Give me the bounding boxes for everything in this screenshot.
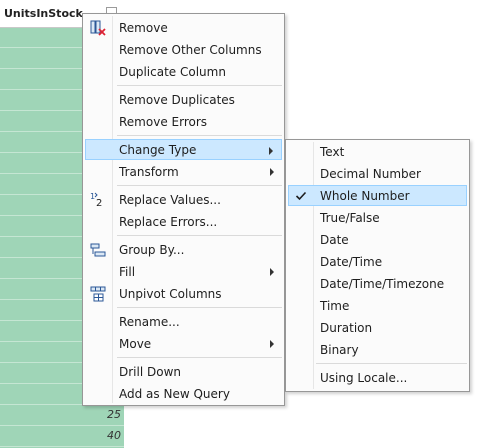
menu-item-label: Remove Errors	[119, 115, 208, 129]
remove-column-icon	[90, 20, 106, 39]
menu-item-add-as-new-query[interactable]: Add as New Query	[85, 383, 282, 404]
menu-item-unpivot-columns[interactable]: Unpivot Columns	[85, 283, 282, 304]
menu-item-transform[interactable]: Transform	[85, 161, 282, 182]
type-option-text[interactable]: Text	[288, 141, 467, 162]
change-type-submenu: Text Decimal Number Whole Number True/Fa…	[285, 139, 470, 392]
submenu-arrow-icon	[270, 340, 274, 348]
type-option-using-locale[interactable]: Using Locale...	[288, 367, 467, 388]
type-option-duration[interactable]: Duration	[288, 317, 467, 338]
submenu-arrow-icon	[269, 147, 273, 155]
menu-separator	[117, 235, 282, 236]
table-row: 40	[0, 426, 124, 447]
menu-separator	[117, 357, 282, 358]
menu-item-label: Rename...	[119, 315, 180, 329]
menu-item-label: Add as New Query	[119, 387, 230, 401]
group-by-icon	[90, 242, 106, 261]
menu-item-label: Drill Down	[119, 365, 181, 379]
type-option-date[interactable]: Date	[288, 229, 467, 250]
menu-item-fill[interactable]: Fill	[85, 261, 282, 282]
menu-item-label: Binary	[320, 343, 359, 357]
menu-item-label: Remove Other Columns	[119, 43, 262, 57]
menu-item-label: Group By...	[119, 243, 185, 257]
column-header-label: UnitsInStock	[4, 7, 83, 20]
checkmark-icon	[295, 190, 307, 205]
menu-item-remove-other-columns[interactable]: Remove Other Columns	[85, 39, 282, 60]
menu-item-label: Transform	[119, 165, 179, 179]
menu-item-label: Remove Duplicates	[119, 93, 235, 107]
menu-item-label: Date/Time/Timezone	[320, 277, 445, 291]
submenu-arrow-icon	[270, 268, 274, 276]
type-option-decimal-number[interactable]: Decimal Number	[288, 163, 467, 184]
type-option-whole-number[interactable]: Whole Number	[288, 185, 467, 206]
menu-item-drill-down[interactable]: Drill Down	[85, 361, 282, 382]
column-context-menu: Remove Remove Other Columns Duplicate Co…	[82, 13, 285, 406]
menu-item-label: Decimal Number	[320, 167, 421, 181]
submenu-arrow-icon	[270, 168, 274, 176]
cell-value: 40	[107, 429, 121, 442]
menu-item-replace-values[interactable]: 1 2 Replace Values...	[85, 189, 282, 210]
menu-item-label: Replace Errors...	[119, 215, 218, 229]
menu-item-duplicate-column[interactable]: Duplicate Column	[85, 61, 282, 82]
menu-item-label: Remove	[119, 21, 168, 35]
menu-item-label: Text	[320, 145, 345, 159]
menu-item-group-by[interactable]: Group By...	[85, 239, 282, 260]
menu-item-label: Fill	[119, 265, 136, 279]
menu-separator	[117, 85, 282, 86]
menu-item-remove-errors[interactable]: Remove Errors	[85, 111, 282, 132]
menu-item-label: Duration	[320, 321, 373, 335]
menu-separator	[117, 185, 282, 186]
menu-item-move[interactable]: Move	[85, 333, 282, 354]
cell-value: 25	[107, 408, 121, 421]
svg-text:1: 1	[90, 192, 95, 201]
menu-item-label: Date	[320, 233, 349, 247]
table-row: 25	[0, 405, 124, 426]
unpivot-icon	[90, 286, 106, 305]
menu-item-remove-duplicates[interactable]: Remove Duplicates	[85, 89, 282, 110]
menu-separator	[316, 363, 467, 364]
type-option-date-time[interactable]: Date/Time	[288, 251, 467, 272]
menu-item-label: Using Locale...	[320, 371, 408, 385]
menu-item-label: Unpivot Columns	[119, 287, 222, 301]
menu-separator	[117, 135, 282, 136]
menu-item-remove[interactable]: Remove	[85, 17, 282, 38]
type-option-binary[interactable]: Binary	[288, 339, 467, 360]
menu-item-change-type[interactable]: Change Type	[85, 139, 282, 160]
type-option-true-false[interactable]: True/False	[288, 207, 467, 228]
menu-item-label: Time	[320, 299, 350, 313]
type-option-date-time-timezone[interactable]: Date/Time/Timezone	[288, 273, 467, 294]
menu-item-label: Replace Values...	[119, 193, 221, 207]
type-option-time[interactable]: Time	[288, 295, 467, 316]
menu-item-label: Duplicate Column	[119, 65, 226, 79]
menu-item-label: Date/Time	[320, 255, 383, 269]
menu-item-label: True/False	[320, 211, 380, 225]
menu-item-replace-errors[interactable]: Replace Errors...	[85, 211, 282, 232]
menu-item-label: Change Type	[119, 143, 197, 157]
replace-values-icon: 1 2	[90, 191, 106, 211]
menu-item-label: Whole Number	[320, 189, 410, 203]
menu-item-label: Move	[119, 337, 152, 351]
svg-text:2: 2	[96, 198, 102, 208]
menu-item-rename[interactable]: Rename...	[85, 311, 282, 332]
menu-separator	[117, 307, 282, 308]
